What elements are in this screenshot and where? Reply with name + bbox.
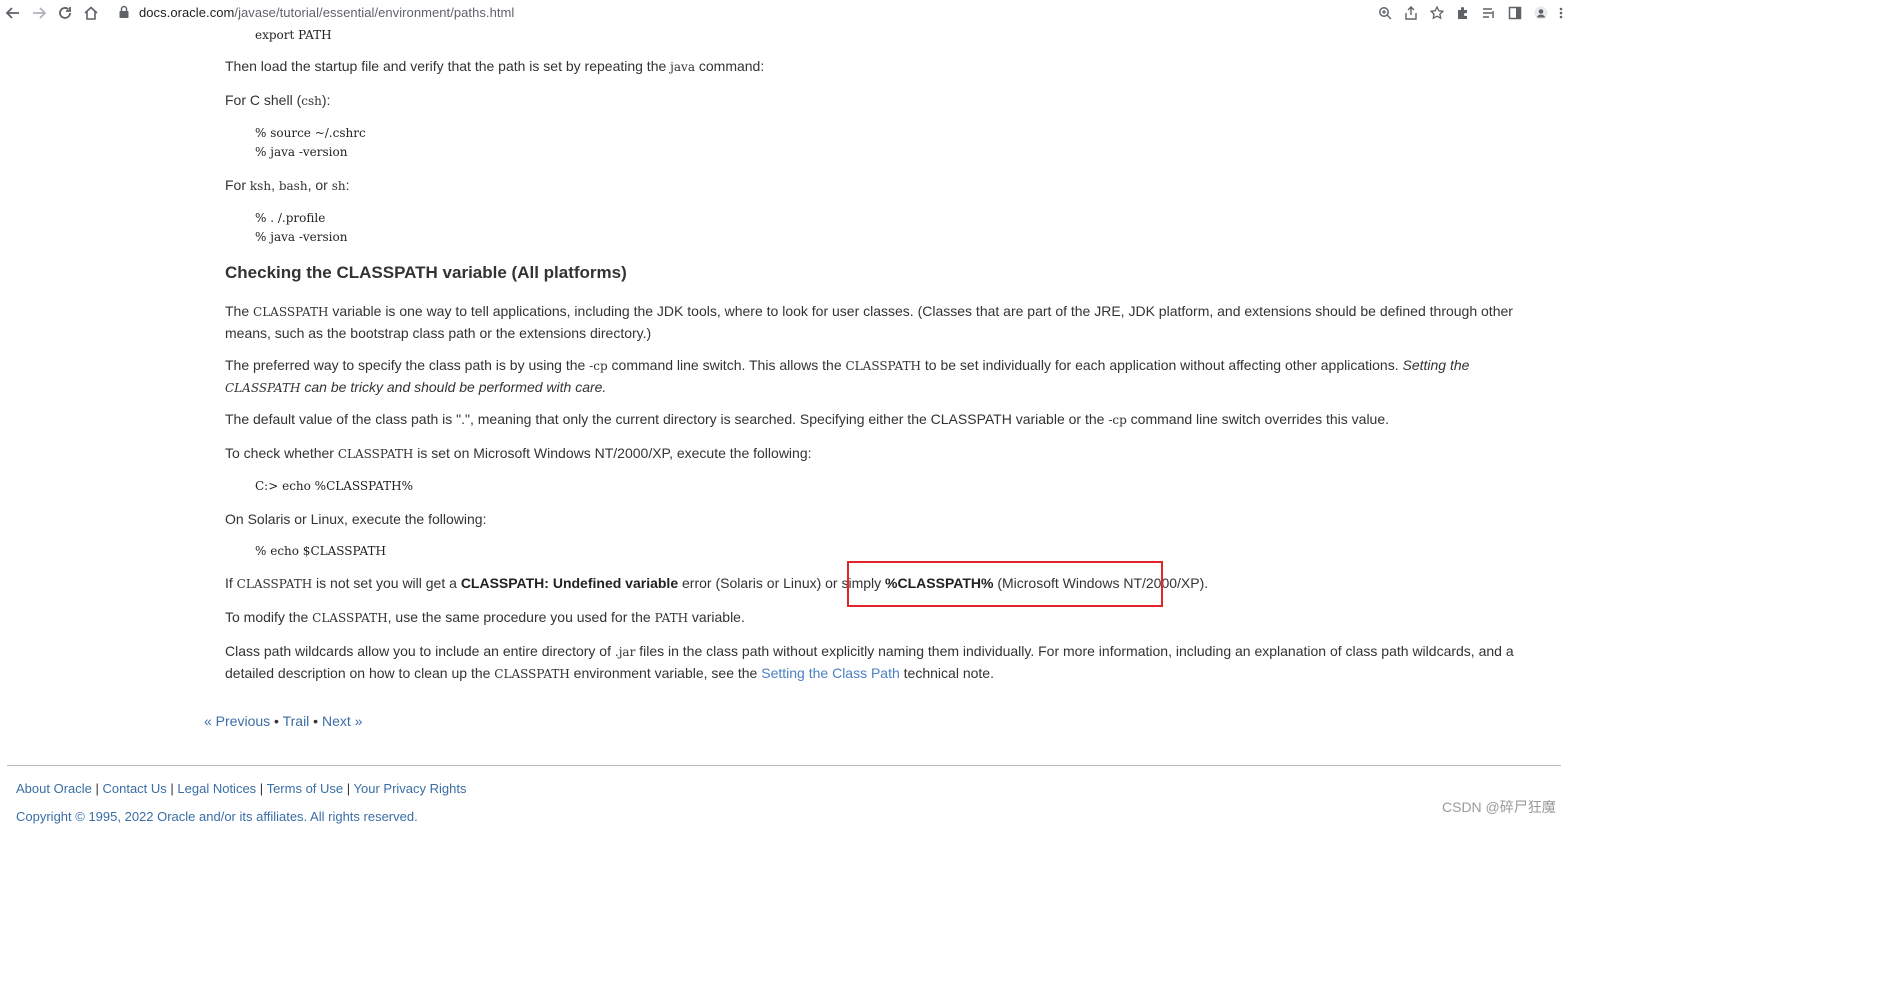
footer-divider — [7, 765, 1561, 766]
url-text: docs.oracle.com/javase/tutorial/essentia… — [139, 4, 515, 20]
code-csh: % source ~/.cshrc % java -version — [255, 126, 366, 159]
footer-links: About Oracle | Contact Us | Legal Notice… — [16, 781, 467, 796]
code-windows-echo: C:> echo %CLASSPATH% — [255, 479, 413, 493]
paragraph-wildcards: Class path wildcards allow you to includ… — [225, 643, 1514, 681]
paragraph-modify: To modify the CLASSPATH, use the same pr… — [225, 609, 745, 625]
profile-icon[interactable] — [1528, 2, 1554, 24]
copyright-notice: Copyright © 1995, 2022 Oracle and/or its… — [16, 809, 418, 824]
paragraph-preferred-way: The preferred way to specify the class p… — [225, 357, 1470, 395]
code-solaris-echo: % echo $CLASSPATH — [255, 544, 386, 558]
trail-link[interactable]: Trail — [283, 713, 310, 729]
forward-icon[interactable] — [26, 2, 52, 24]
next-link[interactable]: Next » — [322, 713, 362, 729]
paragraph-load-startup: Then load the startup file and verify th… — [225, 58, 765, 74]
lock-icon[interactable] — [118, 5, 130, 19]
back-icon[interactable] — [0, 2, 26, 24]
paragraph-default-value: The default value of the class path is "… — [225, 411, 1390, 427]
browser-toolbar: docs.oracle.com/javase/tutorial/essentia… — [0, 0, 1568, 25]
paragraph-check-windows: To check whether CLASSPATH is set on Mic… — [225, 445, 812, 461]
zoom-icon[interactable] — [1372, 2, 1398, 24]
paragraph-c-shell: For C shell (csh): — [225, 92, 331, 108]
address-bar[interactable]: docs.oracle.com/javase/tutorial/essentia… — [112, 2, 1397, 22]
previous-link[interactable]: « Previous — [204, 713, 270, 729]
highlight-box — [847, 561, 1163, 607]
paragraph-classpath-intro: The CLASSPATH variable is one way to tel… — [225, 303, 1513, 341]
reading-list-icon[interactable] — [1476, 2, 1502, 24]
share-icon[interactable] — [1398, 2, 1424, 24]
code-ksh: % . /.profile % java -version — [255, 211, 348, 244]
extensions-icon[interactable] — [1450, 2, 1476, 24]
terms-of-use-link[interactable]: Terms of Use — [267, 781, 344, 796]
code-export-path: export PATH — [255, 28, 332, 42]
side-panel-icon[interactable] — [1502, 2, 1528, 24]
paragraph-solaris: On Solaris or Linux, execute the followi… — [225, 511, 487, 527]
contact-us-link[interactable]: Contact Us — [102, 781, 166, 796]
about-oracle-link[interactable]: About Oracle — [16, 781, 92, 796]
legal-notices-link[interactable]: Legal Notices — [177, 781, 256, 796]
pager: « Previous • Trail • Next » — [204, 713, 363, 729]
watermark: CSDN @碎尸狂魔 — [1442, 799, 1556, 815]
star-icon[interactable] — [1424, 2, 1450, 24]
section-heading: Checking the CLASSPATH variable (All pla… — [225, 263, 627, 282]
home-icon[interactable] — [78, 2, 104, 24]
paragraph-ksh: For ksh, bash, or sh: — [225, 177, 350, 193]
reload-icon[interactable] — [52, 2, 78, 24]
privacy-rights-link[interactable]: Your Privacy Rights — [354, 781, 467, 796]
setting-class-path-link[interactable]: Setting the Class Path — [761, 665, 900, 681]
menu-icon[interactable] — [1554, 2, 1568, 24]
